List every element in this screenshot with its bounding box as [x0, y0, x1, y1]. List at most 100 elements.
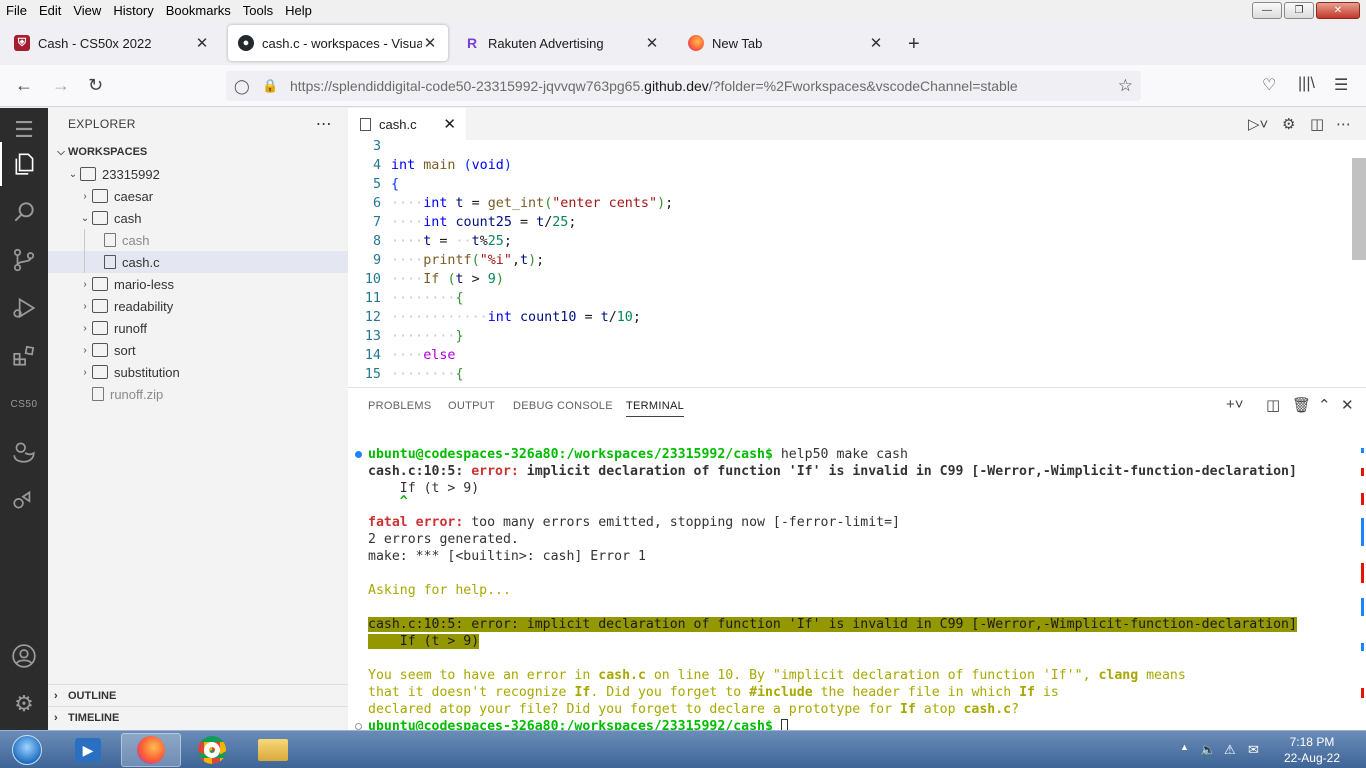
chevron-down-icon: ⌄ [68, 168, 78, 180]
code-line: 15 ········{ [364, 367, 464, 382]
close-icon[interactable]: ✕ [422, 34, 438, 52]
pocket-icon[interactable]: ♡ [1262, 75, 1276, 95]
run-debug-icon[interactable] [0, 286, 48, 330]
tree-file-runoff-zip[interactable]: runoff.zip [48, 383, 348, 405]
taskbar-media-player[interactable]: ▶ [58, 733, 118, 767]
tree-file-cash[interactable]: cash [48, 229, 348, 251]
tab-vscode[interactable]: ● cash.c - workspaces - Visual Stu ✕ [228, 25, 448, 61]
library-icon[interactable]: |||\ [1298, 75, 1315, 93]
tab-problems[interactable]: PROBLEMS [368, 400, 432, 412]
explorer-icon[interactable] [0, 142, 48, 186]
scroll-marker [1361, 563, 1364, 583]
editor-tab-bar: cash.c ✕ ▷˅ ⚙ ◫ ⋯ [348, 108, 1366, 140]
new-terminal-icon[interactable]: +˅ [1226, 396, 1244, 413]
tree-folder-caesar[interactable]: › caesar [48, 185, 348, 207]
close-icon[interactable]: ✕ [868, 34, 884, 52]
code-line: 9 ····printf("%i",t); [372, 253, 545, 268]
account-icon[interactable] [0, 634, 48, 678]
volume-icon[interactable]: 🔈 [1200, 742, 1216, 758]
chrome-icon [198, 736, 226, 764]
action-center-icon[interactable]: ✉ [1248, 742, 1259, 758]
forward-arrow-icon[interactable]: → [52, 75, 70, 96]
taskbar-firefox[interactable] [121, 733, 181, 767]
tab-cash-cs50[interactable]: ⛨ Cash - CS50x 2022 ✕ [4, 25, 220, 61]
more-actions-icon[interactable]: ⋯ [1336, 115, 1351, 133]
tree-folder-mario-less[interactable]: › mario-less [48, 273, 348, 295]
reload-icon[interactable]: ↻ [88, 75, 103, 96]
tree-folder-sort[interactable]: › sort [48, 339, 348, 361]
chevron-right-icon: › [83, 322, 87, 334]
search-icon[interactable] [0, 190, 48, 234]
gear-icon[interactable]: ⚙ [1282, 115, 1295, 133]
source-control-icon[interactable] [0, 238, 48, 282]
trash-icon[interactable]: 🗑 [1292, 396, 1311, 414]
tree-folder-cash[interactable]: ⌄ cash [48, 207, 348, 229]
bookmark-star-icon[interactable]: ☆ [1118, 76, 1133, 96]
menu-tools[interactable]: Tools [237, 3, 279, 18]
cs50-icon[interactable]: CS50 [0, 382, 48, 426]
file-icon [104, 255, 116, 269]
outline-section[interactable]: › OUTLINE [48, 684, 348, 706]
terminal-output[interactable]: ubuntu@codespaces-326a80:/workspaces/233… [348, 438, 1352, 734]
url-bar[interactable]: ◯ 🔒 https://splendiddigital-code50-23315… [226, 71, 1141, 101]
url-text[interactable]: https://splendiddigital-code50-23315992-… [290, 78, 1018, 94]
chevron-down-icon: ⌄ [80, 212, 90, 224]
menu-history[interactable]: History [107, 3, 159, 18]
split-editor-icon[interactable]: ◫ [1310, 115, 1324, 133]
menu-bookmarks[interactable]: Bookmarks [160, 3, 237, 18]
start-button[interactable] [2, 733, 52, 767]
tab-terminal[interactable]: TERMINAL [626, 400, 685, 417]
tracking-shield-icon[interactable]: ◯ [234, 78, 250, 95]
tree-file-cash-c[interactable]: cash.c [48, 251, 348, 273]
code-area[interactable]: 3 4 int main (void) 5{ 6 ····int t = get_i… [348, 140, 1352, 386]
windows-taskbar: ▶ ▲ 🔈 ⚠ ✉ 7:18 PM 22-Aug-22 [0, 730, 1366, 768]
menu-edit[interactable]: Edit [33, 3, 67, 18]
network-error-icon[interactable]: ⚠ [1224, 742, 1236, 758]
new-tab-button[interactable]: + [908, 33, 920, 56]
editor-scrollbar[interactable] [1352, 158, 1366, 260]
menu-file[interactable]: File [0, 3, 33, 18]
ddb-duck-icon[interactable] [0, 430, 48, 474]
tab-output[interactable]: OUTPUT [448, 400, 495, 412]
close-icon[interactable]: ✕ [443, 115, 456, 133]
tab-debug-console[interactable]: DEBUG CONSOLE [513, 400, 613, 412]
chevron-right-icon: › [83, 190, 87, 202]
tree-folder-23315992[interactable]: ⌄ 23315992 [48, 163, 348, 185]
tree-folder-readability[interactable]: › readability [48, 295, 348, 317]
extensions-icon[interactable] [0, 334, 48, 378]
hamburger-menu-icon[interactable]: ☰ [1334, 75, 1348, 95]
menu-view[interactable]: View [67, 3, 107, 18]
tab-new-tab[interactable]: New Tab ✕ [678, 25, 894, 61]
tree-folder-runoff[interactable]: › runoff [48, 317, 348, 339]
run-icon[interactable]: ▷˅ [1248, 115, 1268, 133]
split-terminal-icon[interactable]: ◫ [1266, 396, 1280, 414]
taskbar-chrome[interactable] [182, 733, 242, 767]
code-line: 4 int main (void) [372, 158, 512, 173]
folder-icon [92, 277, 108, 291]
back-arrow-icon[interactable]: ← [15, 75, 33, 96]
manage-gear-icon[interactable]: ⚙ [0, 682, 48, 726]
restore-button[interactable]: ❐ [1284, 2, 1314, 19]
close-icon[interactable]: ✕ [194, 34, 210, 52]
tab-title: cash.c - workspaces - Visual Stu [262, 35, 422, 51]
close-icon[interactable]: ✕ [644, 34, 660, 52]
minimize-button[interactable]: — [1252, 2, 1282, 19]
taskbar-explorer[interactable] [243, 733, 303, 767]
window-close-button[interactable]: ✕ [1316, 2, 1360, 19]
tab-title: Rakuten Advertising [488, 35, 604, 51]
editor-tab-cash-c[interactable]: cash.c ✕ [348, 108, 466, 140]
tab-rakuten[interactable]: R Rakuten Advertising ✕ [454, 25, 670, 61]
tab-title: New Tab [712, 35, 763, 51]
tray-expand-icon[interactable]: ▲ [1180, 742, 1189, 752]
workspaces-section[interactable]: ⌵ WORKSPACES [48, 141, 348, 163]
menu-help[interactable]: Help [279, 3, 318, 18]
live-share-icon[interactable] [0, 478, 48, 522]
scroll-marker [1361, 468, 1364, 476]
more-actions-icon[interactable]: ⋯ [316, 114, 332, 134]
lock-icon[interactable]: 🔒 [262, 78, 278, 94]
timeline-section[interactable]: › TIMELINE [48, 706, 348, 728]
maximize-panel-icon[interactable]: ⌃ [1318, 396, 1331, 414]
taskbar-clock[interactable]: 7:18 PM 22-Aug-22 [1284, 734, 1340, 766]
close-panel-icon[interactable]: ✕ [1341, 396, 1354, 414]
tree-folder-substitution[interactable]: › substitution [48, 361, 348, 383]
